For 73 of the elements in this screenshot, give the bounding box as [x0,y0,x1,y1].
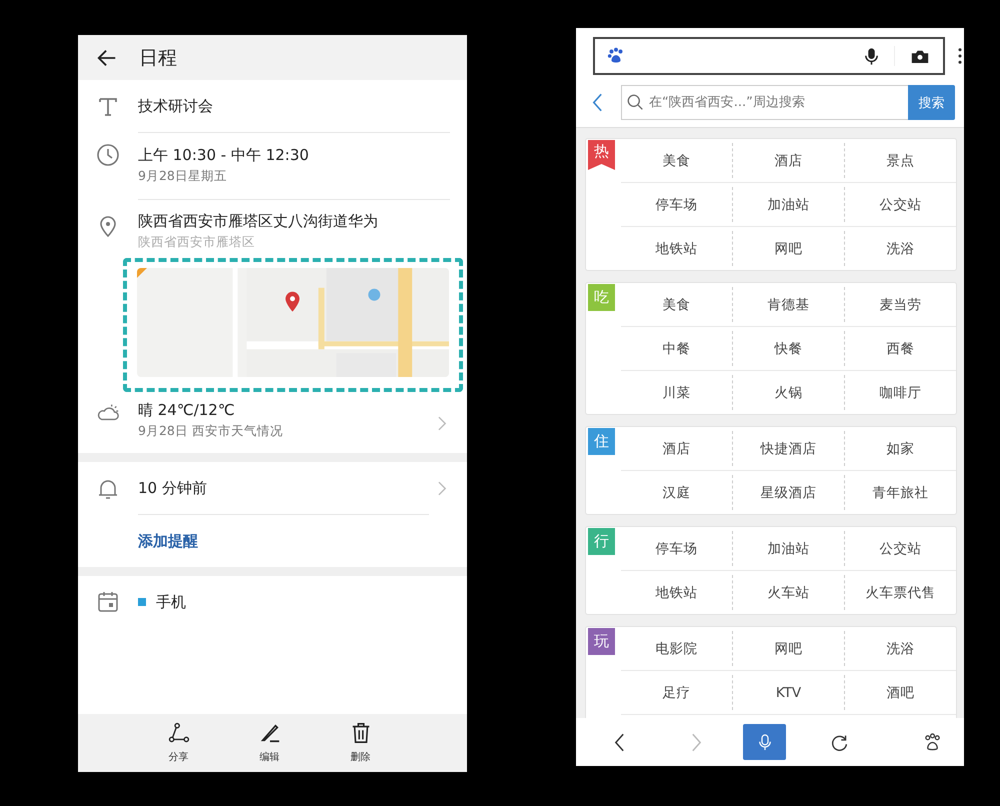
category-link[interactable]: 咖啡厅 [844,375,956,410]
event-date: 9月28日星期五 [138,168,228,185]
category-link[interactable]: 如家 [844,431,956,466]
category-tag: 住 [588,428,615,455]
category-link[interactable]: 加油站 [732,531,844,566]
category-tag: 吃 [588,284,615,311]
weather-detail: 9月28日 西安市天气情况 [138,423,284,440]
category-link[interactable]: 中餐 [621,331,732,366]
category-link[interactable]: 停车场 [621,187,732,222]
address-bar[interactable] [593,37,945,75]
category-link[interactable]: 火锅 [732,375,844,410]
category-tag: 行 [588,528,615,555]
edit-button[interactable]: 编辑 [247,714,292,772]
location-address: 陕西省西安市雁塔区丈八沟街道华为 [138,212,379,231]
category-link[interactable]: 汉庭 [621,475,732,510]
category-link[interactable]: 停车场 [621,531,732,566]
paw-icon [607,47,625,65]
share-icon [168,722,190,744]
category-link[interactable]: 洗浴 [844,231,956,266]
reminder-time[interactable]: 10 分钟前 [138,478,429,498]
category-link[interactable]: 网吧 [732,231,844,266]
calendar-name: 手机 [156,592,186,612]
calendar-icon [96,591,120,613]
category-link[interactable]: 地铁站 [621,575,732,610]
category-link[interactable]: 火车站 [732,575,844,610]
microphone-icon [758,734,770,750]
category-link[interactable]: 美食 [621,143,732,178]
category-tag: 玩 [588,628,615,655]
category-link[interactable]: 洗浴 [844,631,956,666]
back-chevron-icon[interactable] [614,732,625,752]
category-link[interactable]: 公交站 [844,187,956,222]
add-reminder-link[interactable]: 添加提醒 [138,532,198,550]
category-link[interactable]: 火车票代售 [844,575,956,610]
category-link[interactable]: 肯德基 [732,287,844,322]
category-link[interactable]: 地铁站 [621,231,732,266]
camera-icon[interactable] [911,48,929,64]
voice-button[interactable] [743,724,786,760]
microphone-icon[interactable] [865,46,878,66]
category-link[interactable]: 青年旅社 [844,475,956,510]
category-link[interactable]: 网吧 [732,631,844,666]
search-field[interactable]: 在“陕西省西安...”周边搜索 [621,85,908,120]
delete-button[interactable]: 删除 [338,714,383,772]
location-area: 陕西省西安市雁塔区 [138,234,450,251]
pencil-icon [258,722,280,744]
refresh-icon[interactable] [830,732,849,752]
search-icon [627,94,644,111]
category-link[interactable]: 美食 [621,287,732,322]
category-link[interactable]: 麦当劳 [844,287,956,322]
category-link[interactable]: 星级酒店 [732,475,844,510]
event-title: 技术研讨会 [138,96,214,116]
category-link[interactable]: 西餐 [844,331,956,366]
weather-summary: 晴 24℃/12℃ [138,401,236,420]
category-link[interactable]: 电影院 [621,631,732,666]
category-link[interactable]: 足疗 [621,675,732,710]
category-link[interactable]: KTV [732,675,844,710]
category-link[interactable]: 公交站 [844,531,956,566]
share-button[interactable]: 分享 [156,714,201,772]
search-button[interactable]: 搜索 [908,85,955,120]
category-link[interactable]: 酒店 [732,143,844,178]
category-link[interactable]: 酒吧 [844,675,956,710]
category-link[interactable]: 快捷酒店 [732,431,844,466]
paw-icon[interactable] [923,732,942,752]
text-icon [96,96,120,118]
clock-icon [96,143,120,167]
category-link[interactable]: 酒店 [621,431,732,466]
screen-title: 日程 [139,46,177,70]
category-link[interactable]: 川菜 [621,375,732,410]
category-link[interactable]: 景点 [844,143,956,178]
more-menu-icon[interactable] [958,48,962,64]
category-link[interactable]: 加油站 [732,187,844,222]
category-tag: 热 [588,140,615,170]
category-link[interactable]: 快餐 [732,331,844,366]
event-time: 上午 10:30 - 中午 12:30 [138,146,310,165]
